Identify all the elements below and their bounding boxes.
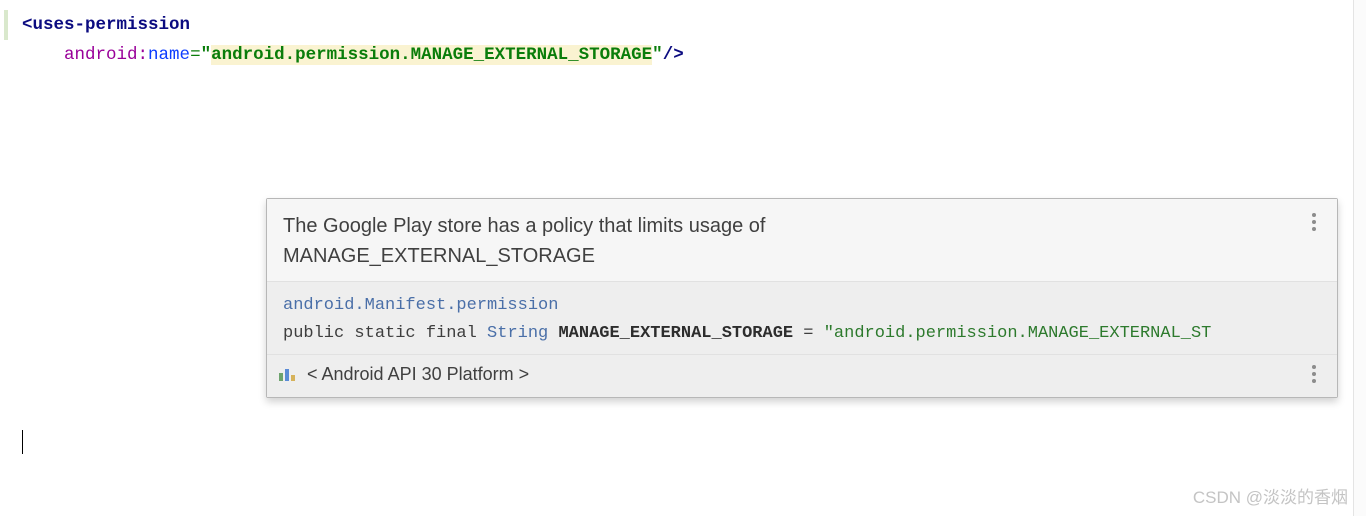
warning-line1: The Google Play store has a policy that … (283, 215, 765, 237)
library-icon (279, 367, 297, 381)
attr-namespace: android (64, 45, 138, 65)
class-reference-link[interactable]: android.Manifest.permission (283, 296, 558, 315)
attr-colon: : (138, 45, 149, 65)
more-actions-button[interactable] (1303, 211, 1325, 233)
code-line-2[interactable]: android:name="android.permission.MANAGE_… (0, 40, 1366, 70)
attr-quote-close: " (652, 45, 663, 65)
source-row: < Android API 30 Platform > (267, 354, 1337, 397)
warning-section: The Google Play store has a policy that … (267, 199, 1337, 282)
change-marker (4, 10, 8, 40)
indent (22, 45, 64, 65)
assign-op: = (793, 324, 824, 343)
documentation-section: android.Manifest.permission public stati… (267, 282, 1337, 354)
code-line-1[interactable]: <uses-permission (0, 10, 1366, 40)
tag-open-bracket: < (22, 15, 33, 35)
attr-equals: = (190, 45, 201, 65)
type: String (487, 324, 548, 343)
attr-quote-open: " (201, 45, 212, 65)
right-gutter[interactable] (1353, 0, 1366, 516)
code-editor[interactable]: <uses-permission android:name="android.p… (0, 0, 1366, 70)
tag-name: uses-permission (33, 15, 191, 35)
string-literal: "android.permission.MANAGE_EXTERNAL_ST (824, 324, 1212, 343)
source-label: < Android API 30 Platform > (307, 364, 1295, 385)
warning-text: The Google Play store has a policy that … (283, 211, 1295, 271)
source-more-button[interactable] (1303, 363, 1325, 385)
modifiers: public static final (283, 324, 487, 343)
tag-self-close: /> (663, 45, 684, 65)
quick-doc-popup: The Google Play store has a policy that … (266, 198, 1338, 398)
warning-line2: MANAGE_EXTERNAL_STORAGE (283, 245, 595, 267)
text-caret (22, 430, 23, 454)
field-name: MANAGE_EXTERNAL_STORAGE (548, 324, 793, 343)
attr-name: name (148, 45, 190, 65)
attr-value: android.permission.MANAGE_EXTERNAL_STORA… (211, 45, 652, 65)
watermark: CSDN @淡淡的香烟 (1193, 483, 1348, 508)
